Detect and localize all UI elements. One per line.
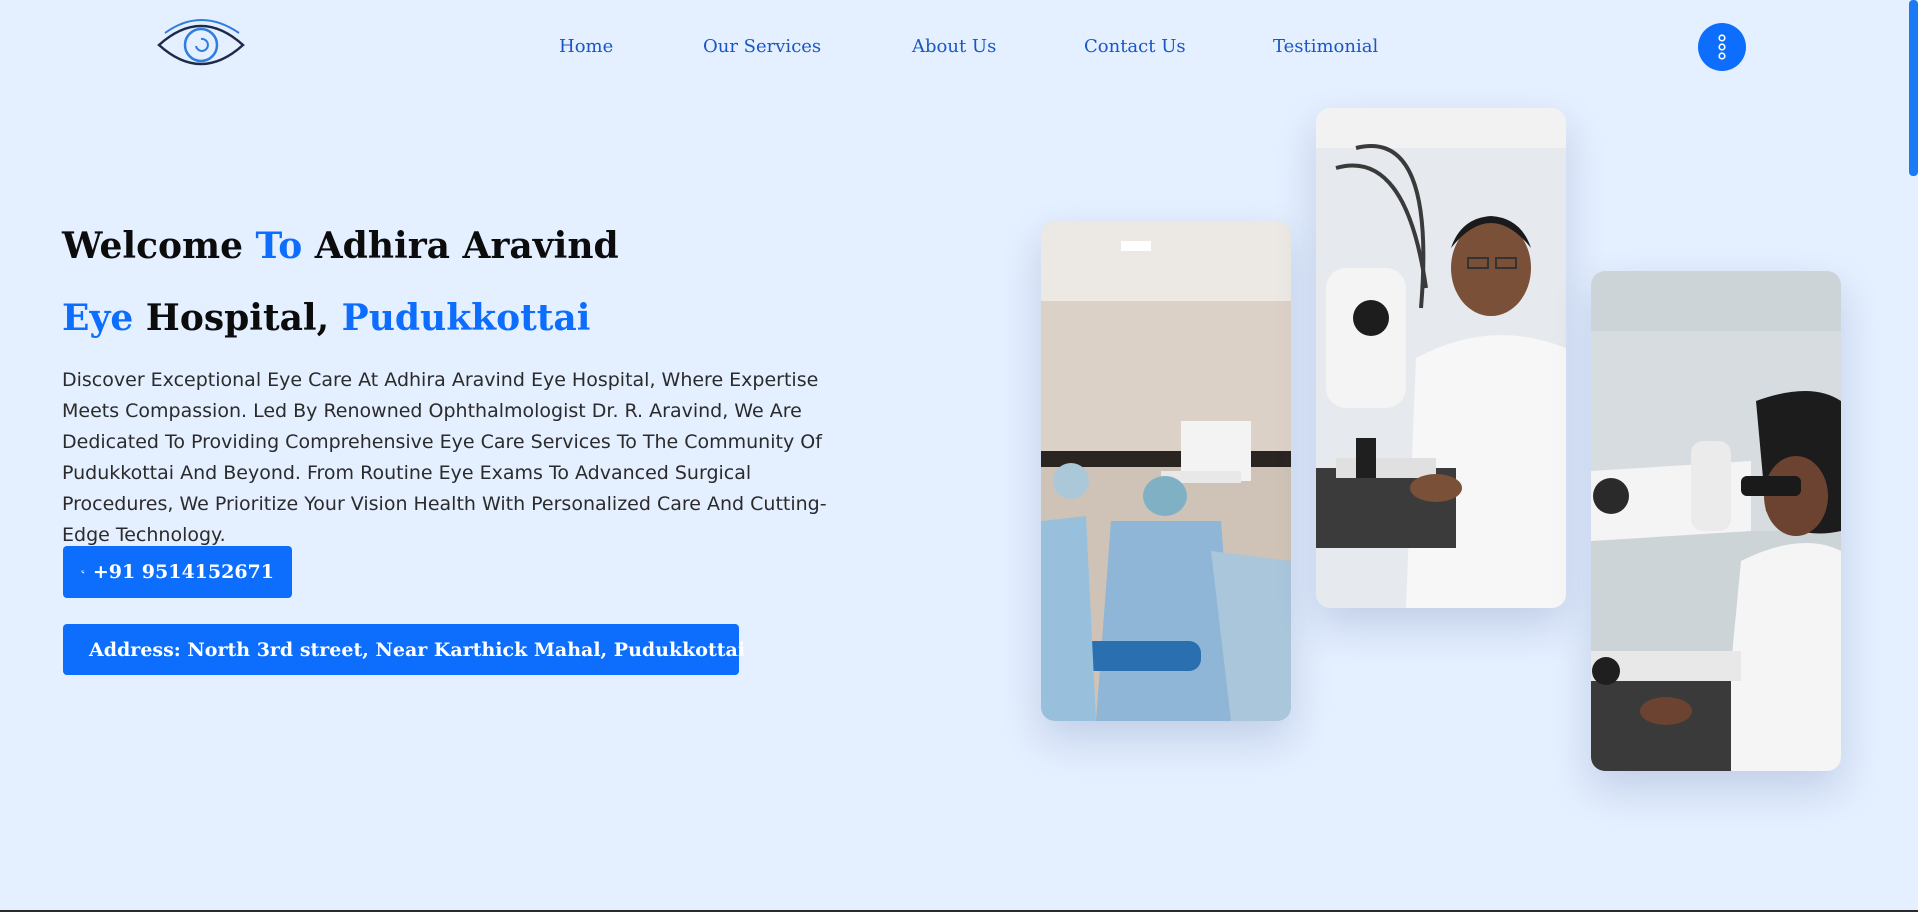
hero-description: Discover Exceptional Eye Care At Adhira …: [62, 369, 827, 546]
nav-home-link[interactable]: Home: [559, 36, 613, 57]
more-menu-button[interactable]: [1698, 23, 1746, 71]
hero-title-line-1: Welcome To Adhira Aravind: [62, 225, 619, 267]
nav-our-services-link[interactable]: Our Services: [703, 36, 821, 57]
address-button[interactable]: Address: North 3rd street, Near Karthick…: [63, 624, 745, 675]
operation-theatre-photo: [1041, 221, 1291, 721]
phone-button-label: +91 9514152671: [92, 561, 274, 583]
eye-examination-photo: [1591, 271, 1841, 771]
hero-title-line-2: Eye Hospital, Pudukkottai: [62, 297, 591, 339]
phone-add-icon: [81, 570, 85, 574]
address-button-label: Address: North 3rd street, Near Karthick…: [89, 638, 746, 661]
eye-icon[interactable]: [155, 15, 247, 75]
page-scrollbar[interactable]: [1909, 0, 1918, 176]
doctor-portrait-photo: [1316, 108, 1566, 608]
nav-about-us-link[interactable]: About Us: [912, 36, 996, 57]
nav-testimonial-link[interactable]: Testimonial: [1273, 36, 1378, 57]
phone-button[interactable]: +91 9514152671: [63, 546, 292, 598]
more-vertical-icon: [1718, 34, 1726, 60]
nav-contact-us-link[interactable]: Contact Us: [1084, 36, 1186, 57]
